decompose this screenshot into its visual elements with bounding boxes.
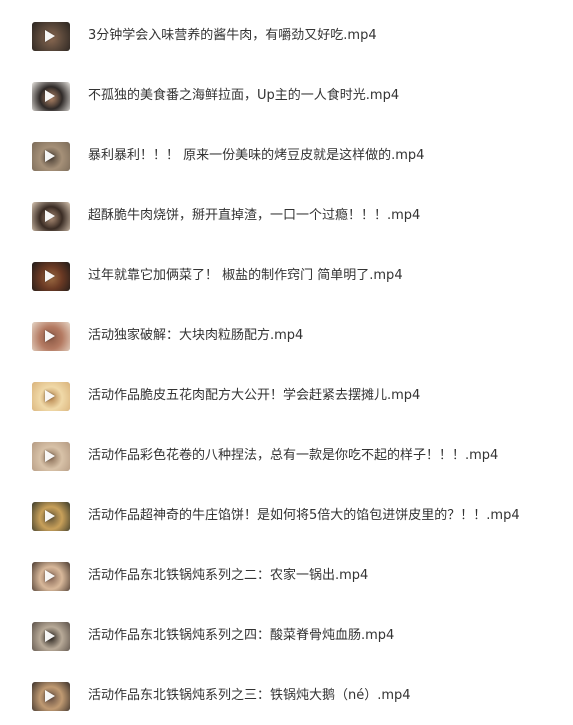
- file-name[interactable]: 活动作品彩色花卷的八种捏法，总有一款是你吃不起的样子！！！.mp4: [88, 446, 498, 466]
- video-thumbnail-icon[interactable]: [32, 382, 70, 411]
- file-row[interactable]: 过年就靠它加俩菜了！ 椒盐的制作窍门 简单明了.mp4: [0, 240, 573, 300]
- play-icon: [45, 450, 55, 462]
- file-name[interactable]: 活动作品超神奇的牛庄馅饼！是如何将5倍大的馅包进饼皮里的？！！.mp4: [88, 506, 520, 526]
- video-thumbnail-icon[interactable]: [32, 262, 70, 291]
- video-thumbnail-icon[interactable]: [32, 442, 70, 471]
- file-name[interactable]: 活动作品东北铁锅炖系列之三：铁锅炖大鹅（né）.mp4: [88, 686, 411, 706]
- play-icon: [45, 570, 55, 582]
- file-name[interactable]: 不孤独的美食番之海鲜拉面，Up主的一人食时光.mp4: [88, 86, 399, 106]
- file-name[interactable]: 过年就靠它加俩菜了！ 椒盐的制作窍门 简单明了.mp4: [88, 266, 403, 286]
- video-thumbnail-icon[interactable]: [32, 622, 70, 651]
- video-thumbnail-icon[interactable]: [32, 142, 70, 171]
- file-row[interactable]: 活动独家破解：大块肉粒肠配方.mp4: [0, 300, 573, 360]
- play-icon: [45, 390, 55, 402]
- file-name[interactable]: 活动作品脆皮五花肉配方大公开！学会赶紧去摆摊儿.mp4: [88, 386, 420, 406]
- play-icon: [45, 150, 55, 162]
- play-icon: [45, 630, 55, 642]
- file-name[interactable]: 活动作品东北铁锅炖系列之四：酸菜脊骨炖血肠.mp4: [88, 626, 394, 646]
- play-icon: [45, 270, 55, 282]
- play-icon: [45, 90, 55, 102]
- file-row[interactable]: 活动作品超神奇的牛庄馅饼！是如何将5倍大的馅包进饼皮里的？！！.mp4: [0, 480, 573, 540]
- file-row[interactable]: 超酥脆牛肉烧饼，掰开直掉渣，一口一个过瘾！！！.mp4: [0, 180, 573, 240]
- file-row[interactable]: 活动作品东北铁锅炖系列之四：酸菜脊骨炖血肠.mp4: [0, 600, 573, 660]
- video-thumbnail-icon[interactable]: [32, 502, 70, 531]
- file-row[interactable]: 3分钟学会入味营养的酱牛肉，有嚼劲又好吃.mp4: [0, 0, 573, 60]
- video-thumbnail-icon[interactable]: [32, 202, 70, 231]
- file-row[interactable]: 活动作品彩色花卷的八种捏法，总有一款是你吃不起的样子！！！.mp4: [0, 420, 573, 480]
- play-icon: [45, 210, 55, 222]
- file-row[interactable]: 不孤独的美食番之海鲜拉面，Up主的一人食时光.mp4: [0, 60, 573, 120]
- file-row[interactable]: 暴利暴利！！！ 原来一份美味的烤豆皮就是这样做的.mp4: [0, 120, 573, 180]
- play-icon: [45, 690, 55, 702]
- file-name[interactable]: 暴利暴利！！！ 原来一份美味的烤豆皮就是这样做的.mp4: [88, 146, 424, 166]
- file-row[interactable]: 活动作品脆皮五花肉配方大公开！学会赶紧去摆摊儿.mp4: [0, 360, 573, 420]
- video-thumbnail-icon[interactable]: [32, 322, 70, 351]
- play-icon: [45, 330, 55, 342]
- video-thumbnail-icon[interactable]: [32, 22, 70, 51]
- file-row[interactable]: 活动作品东北铁锅炖系列之三：铁锅炖大鹅（né）.mp4: [0, 660, 573, 720]
- video-thumbnail-icon[interactable]: [32, 562, 70, 591]
- video-thumbnail-icon[interactable]: [32, 682, 70, 711]
- play-icon: [45, 510, 55, 522]
- file-name[interactable]: 活动作品东北铁锅炖系列之二：农家一锅出.mp4: [88, 566, 368, 586]
- file-name[interactable]: 活动独家破解：大块肉粒肠配方.mp4: [88, 326, 303, 346]
- video-thumbnail-icon[interactable]: [32, 82, 70, 111]
- play-icon: [45, 30, 55, 42]
- file-name[interactable]: 3分钟学会入味营养的酱牛肉，有嚼劲又好吃.mp4: [88, 26, 377, 46]
- file-name[interactable]: 超酥脆牛肉烧饼，掰开直掉渣，一口一个过瘾！！！.mp4: [88, 206, 420, 226]
- file-row[interactable]: 活动作品东北铁锅炖系列之二：农家一锅出.mp4: [0, 540, 573, 600]
- video-file-list: 3分钟学会入味营养的酱牛肉，有嚼劲又好吃.mp4 不孤独的美食番之海鲜拉面，Up…: [0, 0, 573, 725]
